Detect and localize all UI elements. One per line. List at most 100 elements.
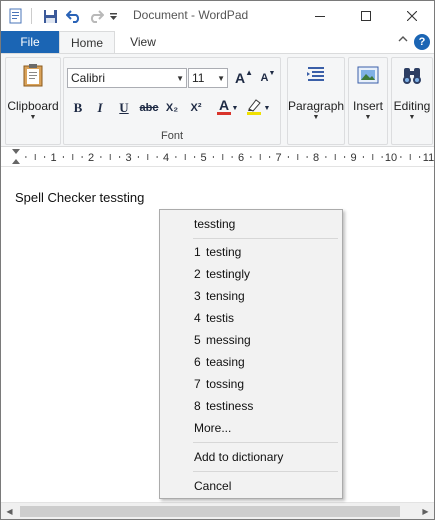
- paragraph-group[interactable]: Paragraph ▼: [287, 57, 345, 145]
- ruler-tick: [81, 156, 83, 158]
- chevron-down-icon: ▼: [408, 114, 416, 121]
- wordpad-window: Document - WordPad File Home View ? Clip…: [0, 0, 435, 520]
- suggestion-item[interactable]: 4 testis: [162, 308, 340, 328]
- suggestion-word: messing: [206, 333, 251, 347]
- scroll-right-icon[interactable]: ▶: [417, 503, 434, 519]
- clipboard-label: Clipboard: [7, 99, 59, 113]
- suggestion-item[interactable]: 6 teasing: [162, 352, 340, 372]
- suggestion-number: 2: [194, 267, 201, 281]
- strikethrough-button[interactable]: abc: [138, 98, 160, 118]
- horizontal-scrollbar[interactable]: ◀ ▶: [1, 502, 434, 519]
- ruler-label: 11: [423, 152, 434, 164]
- tab-home[interactable]: Home: [59, 31, 115, 53]
- save-icon[interactable]: [41, 7, 59, 25]
- chevron-down-icon: ▼: [312, 114, 320, 121]
- maximize-button[interactable]: [343, 1, 389, 31]
- ruler-tick: [344, 156, 346, 158]
- suggestion-number: 4: [194, 311, 201, 325]
- ruler-tick: [259, 154, 261, 160]
- ruler-tick: [419, 156, 421, 158]
- menu-separator: [193, 442, 338, 443]
- ruler-tick: [269, 156, 271, 158]
- close-button[interactable]: [389, 1, 434, 31]
- ruler-label: 3: [125, 152, 131, 164]
- hanging-indent-marker[interactable]: [12, 159, 20, 164]
- ruler[interactable]: 1 2 3 4 5 6 7 8 9 10 11: [1, 147, 434, 167]
- suggestion-item[interactable]: 3 tensing: [162, 286, 340, 306]
- suggestion-item[interactable]: 7 tossing: [162, 374, 340, 394]
- clipboard-icon: [21, 63, 45, 87]
- tab-file[interactable]: File: [1, 31, 59, 53]
- ruler-label: 1: [50, 152, 56, 164]
- ruler-tick: [325, 156, 327, 158]
- redo-icon[interactable]: [87, 7, 105, 25]
- ruler-label: 4: [163, 152, 169, 164]
- undo-icon[interactable]: [65, 7, 83, 25]
- menu-separator: [193, 238, 338, 239]
- insert-group[interactable]: Insert ▼: [348, 57, 388, 145]
- scrollbar-thumb[interactable]: [20, 506, 400, 517]
- ruler-tick: [119, 156, 121, 158]
- ruler-tick: [409, 154, 411, 160]
- ruler-tick: [400, 156, 402, 158]
- ruler-label: 2: [88, 152, 94, 164]
- first-line-indent-marker[interactable]: [12, 149, 20, 154]
- chevron-down-icon: ▼: [364, 114, 372, 121]
- window-title: Document - WordPad: [133, 8, 249, 22]
- chevron-down-icon: ▼: [29, 114, 37, 121]
- customize-dropdown-icon[interactable]: [107, 7, 119, 25]
- ruler-tick: [231, 156, 233, 158]
- font-size-select[interactable]: 11 ▼: [188, 68, 228, 88]
- ribbon: Clipboard ▼ Calibri ▼ 11 ▼ A ▲ A ▼ B I U a…: [1, 53, 434, 147]
- minimize-button[interactable]: [297, 1, 343, 31]
- ruler-tick: [334, 154, 336, 160]
- editing-group[interactable]: Editing ▼: [391, 57, 433, 145]
- ruler-tick: [156, 156, 158, 158]
- suggestion-word: testing: [206, 245, 242, 259]
- ruler-tick: [175, 156, 177, 158]
- font-family-select[interactable]: Calibri ▼: [67, 68, 187, 88]
- paragraph-icon: [304, 63, 328, 87]
- highlight-button[interactable]: [244, 96, 264, 116]
- underline-button[interactable]: U: [114, 98, 134, 118]
- shrink-font-button[interactable]: A ▼: [258, 68, 278, 88]
- suggestion-word: testingly: [206, 267, 251, 281]
- quick-access-separator: [31, 8, 32, 24]
- ruler-tick: [222, 154, 224, 160]
- font-size-value: 11: [192, 71, 205, 85]
- tab-view[interactable]: View: [119, 31, 167, 53]
- chevron-down-icon[interactable]: ▼: [230, 98, 240, 118]
- suggestion-number: 7: [194, 377, 201, 391]
- scroll-left-icon[interactable]: ◀: [1, 503, 18, 519]
- collapse-ribbon-icon[interactable]: [398, 33, 408, 47]
- suggestion-item[interactable]: 5 messing: [162, 330, 340, 350]
- clipboard-group[interactable]: Clipboard ▼: [5, 57, 61, 145]
- ruler-label: 10: [385, 152, 397, 164]
- menu-item-more[interactable]: More...: [162, 418, 340, 438]
- wordpad-app-icon[interactable]: [7, 7, 25, 25]
- suggestion-item[interactable]: 8 testiness: [162, 396, 340, 416]
- superscript-button[interactable]: X²: [186, 98, 206, 118]
- suggestion-word: teasing: [206, 355, 245, 369]
- chevron-down-icon[interactable]: ▼: [262, 98, 272, 118]
- menu-item-cancel[interactable]: Cancel: [162, 476, 340, 496]
- spell-check-context-menu: tessting 1 testing 2 testingly 3 tensing 4 test…: [159, 209, 343, 499]
- ruler-tick: [100, 156, 102, 158]
- menu-item-add-to-dictionary[interactable]: Add to dictionary: [162, 447, 340, 467]
- italic-button[interactable]: I: [90, 98, 110, 118]
- subscript-button[interactable]: X₂: [162, 98, 182, 118]
- suggestion-number: 8: [194, 399, 201, 413]
- chevron-down-icon: ▼: [217, 74, 225, 83]
- ruler-tick: [25, 156, 27, 158]
- suggestion-item[interactable]: 1 testing: [162, 242, 340, 262]
- grow-font-button[interactable]: A ▲: [234, 68, 254, 88]
- ruler-tick: [44, 156, 46, 158]
- document-text[interactable]: Spell Checker tessting: [15, 190, 144, 205]
- ruler-label: 5: [200, 152, 206, 164]
- help-icon[interactable]: ?: [414, 34, 430, 50]
- suggestion-number: 1: [194, 245, 201, 259]
- bold-button[interactable]: B: [68, 98, 88, 118]
- ruler-label: 7: [275, 152, 281, 164]
- suggestion-item[interactable]: 2 testingly: [162, 264, 340, 284]
- menu-separator: [193, 471, 338, 472]
